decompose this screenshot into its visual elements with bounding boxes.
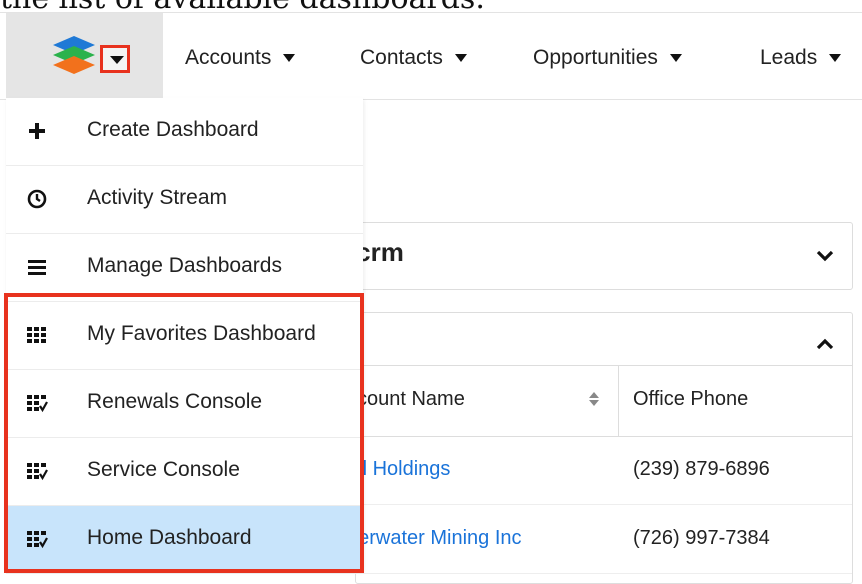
- menu-item-label: Service Console: [87, 458, 240, 481]
- chevron-up-icon[interactable]: [816, 335, 834, 353]
- menu-item-label: My Favorites Dashboard: [87, 322, 316, 345]
- dashlet-header-panel: rcrm: [346, 222, 853, 290]
- nav-opportunities[interactable]: Opportunities: [533, 43, 682, 73]
- nav-accounts[interactable]: Accounts: [185, 43, 296, 73]
- nav-contacts-label: Contacts: [360, 46, 443, 69]
- table-row: derwater Mining Inc (726) 997-7384: [347, 505, 852, 574]
- menu-item-activity-stream[interactable]: Activity Stream: [6, 166, 363, 234]
- nav-leads-label: Leads: [760, 46, 818, 69]
- column-divider: [618, 366, 619, 436]
- caret-down-icon: [110, 56, 124, 64]
- plus-icon: [29, 123, 45, 139]
- list-icon: [28, 260, 46, 275]
- caret-down-icon: [454, 54, 467, 62]
- logo-icon: [53, 36, 95, 74]
- clock-icon: [27, 189, 47, 209]
- logo-area[interactable]: [6, 13, 163, 99]
- table-header: ccount Name Office Phone: [347, 365, 852, 437]
- menu-item-renewals-console[interactable]: Renewals Console: [6, 370, 363, 438]
- caret-down-icon: [283, 54, 296, 62]
- account-name-link[interactable]: derwater Mining Inc: [347, 527, 522, 550]
- grid-check-icon: [27, 531, 48, 549]
- menu-item-label: Renewals Console: [87, 390, 263, 413]
- office-phone: (726) 997-7384: [633, 527, 770, 549]
- accounts-dashlet: ccount Name Office Phone ell Holdings (2…: [347, 312, 853, 584]
- dashboard-dropdown-toggle[interactable]: [100, 45, 130, 73]
- nav-contacts[interactable]: Contacts: [360, 43, 467, 73]
- sort-icon[interactable]: [589, 390, 599, 408]
- nav-leads[interactable]: Leads: [760, 43, 842, 73]
- dashboard-dropdown-menu: Create Dashboard Activity Stream Manage …: [6, 98, 363, 574]
- top-nav-bar: Accounts Contacts Opportunities Leads: [0, 12, 862, 100]
- grid-check-icon: [27, 463, 48, 481]
- caret-down-icon: [669, 54, 682, 62]
- nav-accounts-label: Accounts: [185, 46, 272, 69]
- grid-icon: [27, 327, 46, 343]
- office-phone: (239) 879-6896: [633, 458, 770, 480]
- chevron-down-icon[interactable]: [816, 247, 834, 265]
- menu-item-label: Manage Dashboards: [87, 254, 282, 277]
- menu-item-label: Home Dashboard: [87, 526, 252, 549]
- menu-item-my-favorites-dashboard[interactable]: My Favorites Dashboard: [6, 302, 363, 370]
- column-header-account-name[interactable]: ccount Name: [347, 388, 465, 411]
- grid-check-icon: [27, 395, 48, 413]
- menu-item-label: Create Dashboard: [87, 118, 259, 141]
- menu-item-home-dashboard[interactable]: Home Dashboard: [6, 506, 363, 574]
- menu-item-label: Activity Stream: [87, 186, 228, 209]
- table-row: ell Holdings (239) 879-6896: [347, 436, 852, 505]
- nav-opportunities-label: Opportunities: [533, 46, 658, 69]
- menu-item-create-dashboard[interactable]: Create Dashboard: [6, 98, 363, 166]
- caret-down-icon: [829, 54, 842, 62]
- menu-item-manage-dashboards[interactable]: Manage Dashboards: [6, 234, 363, 302]
- column-header-office-phone[interactable]: Office Phone: [633, 388, 748, 411]
- menu-item-service-console[interactable]: Service Console: [6, 438, 363, 506]
